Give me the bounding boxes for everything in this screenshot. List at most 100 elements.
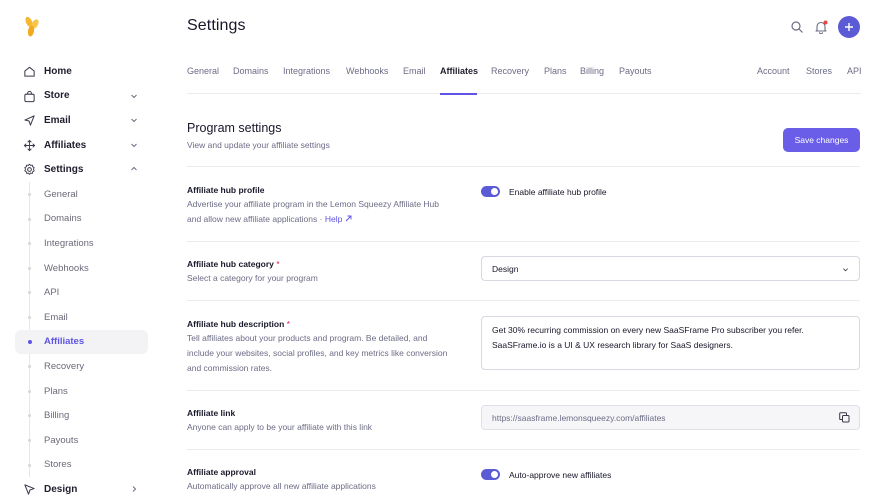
auto-approve-toggle[interactable] <box>481 469 500 480</box>
section-subtitle: View and update your affiliate settings <box>187 140 330 150</box>
bell-icon[interactable] <box>814 20 828 34</box>
sidebar-item-store[interactable]: Store <box>15 84 148 109</box>
sidebar-subitem-plans[interactable]: Plans <box>15 379 148 404</box>
sidebar-item-label: Email <box>44 114 71 126</box>
required-marker: * <box>276 259 280 269</box>
subitem-label: Domains <box>44 213 82 225</box>
sidebar-subitem-api[interactable]: API <box>15 280 148 305</box>
hub-profile-label: Affiliate hub profile <box>187 185 265 195</box>
sidebar-item-label: Home <box>44 65 72 77</box>
chevron-right-icon[interactable] <box>130 485 138 493</box>
required-marker: * <box>286 319 290 329</box>
search-icon[interactable] <box>790 20 804 34</box>
hub-description-label-text: Affiliate hub description <box>187 319 285 329</box>
tab-affiliates[interactable]: Affiliates <box>440 66 478 76</box>
tab-account[interactable]: Account <box>757 66 790 76</box>
subitem-label: Payouts <box>44 434 79 446</box>
settings-tabs: General Domains Integrations Webhooks Em… <box>187 60 862 94</box>
plus-icon <box>845 23 853 31</box>
sidebar-subitem-billing[interactable]: Billing <box>15 403 148 428</box>
chevron-down-icon[interactable] <box>130 116 138 124</box>
bullet-dot <box>28 438 31 442</box>
add-button[interactable] <box>838 16 860 38</box>
help-link[interactable]: Help <box>325 214 352 224</box>
hub-category-label: Affiliate hub category * <box>187 259 280 269</box>
chevron-down-icon <box>843 268 848 272</box>
hub-description-desc: Tell affiliates about your products and … <box>187 333 448 373</box>
gear-icon <box>24 164 35 176</box>
subitem-label: Email <box>44 311 68 323</box>
chevron-up-icon[interactable] <box>130 165 138 173</box>
subitem-label: Stores <box>44 459 72 471</box>
hub-profile-toggle-label: Enable affiliate hub profile <box>509 187 607 197</box>
bullet-dot <box>28 217 31 221</box>
sidebar-item-label: Settings <box>44 164 84 176</box>
sidebar-item-home[interactable]: Home <box>15 59 148 84</box>
hub-description-textarea[interactable]: Get 30% recurring commission on every ne… <box>481 316 860 370</box>
sidebar-subitem-recovery[interactable]: Recovery <box>15 354 148 379</box>
tab-general[interactable]: General <box>187 66 219 76</box>
bag-icon <box>24 90 35 102</box>
bullet-dot <box>28 463 31 467</box>
tab-domains[interactable]: Domains <box>233 66 269 76</box>
subitem-label: API <box>44 287 60 299</box>
sidebar-item-email[interactable]: Email <box>15 108 148 133</box>
save-changes-button[interactable]: Save changes <box>783 128 860 152</box>
sidebar-subitem-integrations[interactable]: Integrations <box>15 231 148 256</box>
sidebar-item-label: Affiliates <box>44 139 87 151</box>
sidebar-item-affiliates[interactable]: Affiliates <box>15 133 148 158</box>
hub-profile-toggle[interactable] <box>481 186 500 197</box>
sidebar-item-design[interactable]: Design <box>15 477 148 502</box>
hub-category-value: Design <box>492 263 519 274</box>
bullet-dot <box>28 414 31 418</box>
sidebar-subitem-webhooks[interactable]: Webhooks <box>15 256 148 281</box>
bullet-dot <box>28 291 31 295</box>
tab-stores[interactable]: Stores <box>806 66 832 76</box>
hub-description-label: Affiliate hub description * <box>187 319 290 329</box>
copy-icon[interactable] <box>839 412 850 423</box>
divider <box>187 241 860 242</box>
affiliate-link-value: https://saasframe.lemonsqueezy.com/affil… <box>492 412 666 423</box>
send-icon <box>24 115 35 126</box>
chevron-down-icon[interactable] <box>130 141 138 149</box>
sidebar-subitem-payouts[interactable]: Payouts <box>15 428 148 453</box>
tab-payouts[interactable]: Payouts <box>619 66 652 76</box>
toggle-knob <box>491 188 498 195</box>
divider <box>187 166 860 167</box>
subitem-label: Integrations <box>44 237 94 249</box>
affiliate-link-field[interactable]: https://saasframe.lemonsqueezy.com/affil… <box>481 405 860 430</box>
subitem-label: Billing <box>44 410 70 422</box>
external-link-icon <box>345 215 352 222</box>
subitem-label: Affiliates <box>44 336 85 348</box>
sidebar: Home Store Email Affiliates Settings Gen… <box>0 0 160 502</box>
tab-email[interactable]: Email <box>403 66 426 76</box>
tab-plans[interactable]: Plans <box>544 66 567 76</box>
tab-api[interactable]: API <box>847 66 862 76</box>
sidebar-item-settings[interactable]: Settings <box>15 157 148 182</box>
affiliate-approval-desc: Automatically approve all new affiliate … <box>187 481 376 491</box>
home-icon <box>24 66 35 77</box>
sidebar-subitem-email[interactable]: Email <box>15 305 148 330</box>
tab-billing[interactable]: Billing <box>580 66 604 76</box>
tab-integrations[interactable]: Integrations <box>283 66 330 76</box>
sidebar-subitem-stores[interactable]: Stores <box>15 453 148 478</box>
hub-category-select[interactable]: Design <box>481 256 860 281</box>
hub-category-desc: Select a category for your program <box>187 273 318 283</box>
lemon-squeezy-logo[interactable] <box>23 16 41 38</box>
bullet-dot <box>28 242 31 246</box>
divider <box>187 449 860 450</box>
tab-webhooks[interactable]: Webhooks <box>346 66 388 76</box>
affiliate-approval-label: Affiliate approval <box>187 467 256 477</box>
hub-category-label-text: Affiliate hub category <box>187 259 274 269</box>
tab-recovery[interactable]: Recovery <box>491 66 529 76</box>
sidebar-subitem-affiliates[interactable]: Affiliates <box>15 329 148 355</box>
settings-submenu: General Domains Integrations Webhooks AP… <box>15 181 148 478</box>
design-icon <box>24 484 35 495</box>
affiliate-link-desc: Anyone can apply to be your affiliate wi… <box>187 422 373 432</box>
help-link-label: Help <box>324 214 343 224</box>
sidebar-subitem-general[interactable]: General <box>15 182 148 207</box>
sidebar-subitem-domains[interactable]: Domains <box>15 207 148 232</box>
chevron-down-icon[interactable] <box>130 92 138 100</box>
sidebar-nav: Home Store Email Affiliates Settings Gen… <box>15 59 148 502</box>
subitem-label: General <box>44 188 78 200</box>
